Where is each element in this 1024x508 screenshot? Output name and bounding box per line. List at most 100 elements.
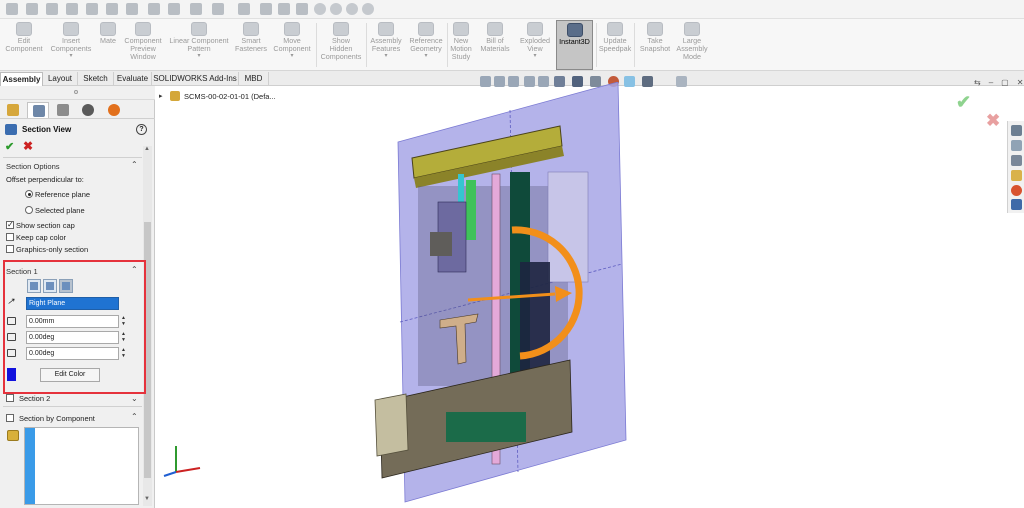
assembly-features-button[interactable]: Assembly Features ▾ (368, 20, 404, 70)
help-icon[interactable]: ? (136, 124, 147, 135)
show-hidden-components-button[interactable]: Show Hidden Components (318, 20, 364, 70)
section-plane-field[interactable]: Right Plane (26, 297, 119, 310)
tab-sketch[interactable]: Sketch (78, 72, 114, 86)
expand-arrow-icon[interactable]: ▸ (159, 92, 163, 100)
add-circle-icon[interactable] (346, 3, 358, 15)
sum-icon[interactable] (148, 3, 160, 15)
x-rotation-stepper[interactable]: ▲ ▼ (121, 331, 127, 344)
graphics-only-label[interactable]: Graphics-only section (16, 245, 88, 254)
smart-fasteners-button[interactable]: Smart Fasteners (234, 20, 268, 70)
graphics-only-checkbox[interactable] (6, 245, 14, 253)
cancel-x-icon[interactable]: ✖ (23, 139, 33, 153)
interference-icon[interactable] (168, 3, 180, 15)
offset-stepper[interactable]: ▲ ▼ (121, 315, 127, 328)
close-icon[interactable]: ✕ (1017, 78, 1024, 87)
x-rotation-input[interactable]: 0.00deg (26, 331, 119, 344)
reference-geometry-button[interactable]: Reference Geometry ▾ (406, 20, 446, 70)
home-icon[interactable] (1011, 125, 1022, 136)
y-rotation-stepper[interactable]: ▲ ▼ (121, 347, 127, 360)
flyout-tree-root[interactable]: SCMS-00-02-01-01 (Defa... (184, 92, 276, 101)
instant3d-button[interactable]: Instant3D (556, 20, 593, 70)
tab-layout[interactable]: Layout (43, 72, 78, 86)
edit-color-button[interactable]: Edit Color (40, 368, 100, 382)
maximize-icon[interactable]: ▢ (1001, 78, 1009, 87)
dropdown-icon[interactable] (260, 3, 272, 15)
section2-title[interactable]: Section 2 (19, 394, 50, 403)
component-preview-window-button[interactable]: Component Preview Window (122, 20, 164, 70)
feature-manager-tab[interactable] (2, 102, 24, 118)
large-assembly-mode-button[interactable]: Large Assembly Mode (676, 20, 708, 70)
scroll-up-icon[interactable]: ▲ (144, 146, 150, 152)
tab-mbd[interactable]: MBD (239, 72, 269, 86)
options-circle-icon[interactable] (362, 3, 374, 15)
select-icon[interactable] (46, 3, 58, 15)
bill-of-materials-button[interactable]: Bill of Materials (476, 20, 514, 70)
move-component-button[interactable]: Move Component ▾ (270, 20, 314, 70)
appearances-icon[interactable] (1011, 185, 1022, 196)
confirm-corner-ok-icon[interactable]: ✔ (956, 92, 971, 113)
y-rotation-input[interactable]: 0.00deg (26, 347, 119, 360)
tab-solidworks-add-ins[interactable]: SOLIDWORKS Add-Ins (152, 72, 239, 86)
new-motion-study-button[interactable]: New Motion Study (448, 20, 474, 70)
section2-checkbox[interactable] (6, 394, 14, 402)
section-by-component-title[interactable]: Section by Component (19, 414, 95, 423)
grid-icon[interactable] (190, 3, 202, 15)
section-plane-button-1[interactable] (27, 279, 41, 293)
check-circle-icon[interactable] (314, 3, 326, 15)
measure-icon[interactable] (106, 3, 118, 15)
keep-cap-color-label[interactable]: Keep cap color (16, 233, 66, 242)
dimxpert-tab[interactable] (77, 102, 99, 118)
component-selection-list[interactable] (24, 427, 139, 505)
take-snapshot-button[interactable]: Take Snapshot (636, 20, 674, 70)
folder-icon[interactable] (1011, 155, 1022, 166)
offset-distance-input[interactable]: 0.00mm (26, 315, 119, 328)
minimize-icon[interactable]: – (989, 78, 993, 87)
section-plane-button-2[interactable] (43, 279, 57, 293)
hole-icon[interactable] (212, 3, 224, 15)
mate-button[interactable]: Mate (96, 20, 120, 70)
zoom-icon[interactable] (26, 3, 38, 15)
exploded-view-button[interactable]: Exploded View ▾ (516, 20, 554, 70)
insert-components-button[interactable]: Insert Components ▾ (48, 20, 94, 70)
filter-icon[interactable] (278, 3, 290, 15)
mass-icon[interactable] (126, 3, 138, 15)
tab-evaluate[interactable]: Evaluate (114, 72, 152, 86)
linear-component-pattern-button[interactable]: Linear Component Pattern ▾ (166, 20, 232, 70)
section-options-title[interactable]: Section Options (6, 162, 60, 171)
ok-check-icon[interactable]: ✔ (5, 140, 14, 153)
edit-component-button[interactable]: Edit Component (2, 20, 46, 70)
mirror-icon[interactable] (296, 3, 308, 15)
section1-title[interactable]: Section 1 (6, 267, 38, 276)
display-manager-tab[interactable] (103, 102, 125, 118)
section-by-component-checkbox[interactable] (6, 414, 14, 422)
selected-plane-radio[interactable] (25, 206, 33, 214)
property-manager-tab[interactable] (27, 102, 49, 118)
component-icon[interactable] (86, 3, 98, 15)
resources-icon[interactable] (1011, 140, 1022, 151)
view-settings-icon[interactable] (642, 76, 653, 87)
show-section-cap-checkbox[interactable] (6, 220, 14, 229)
reference-plane-label[interactable]: Reference plane (35, 190, 90, 199)
rebuild-icon[interactable] (6, 3, 18, 15)
tab-assembly[interactable]: Assembly (0, 72, 43, 86)
assembly-icon[interactable] (66, 3, 78, 15)
mate-circle-icon[interactable] (330, 3, 342, 15)
chevron-down-icon[interactable]: ⌄ (131, 394, 138, 403)
reference-plane-radio[interactable] (25, 190, 33, 198)
scroll-down-icon[interactable]: ▼ (144, 496, 150, 502)
display-monitor-icon[interactable] (676, 76, 687, 87)
chevron-up-icon[interactable]: ⌃ (131, 412, 138, 421)
section-plane-button-3[interactable] (59, 279, 73, 293)
restore-icon[interactable]: ⇆ (974, 78, 981, 87)
grip-icon[interactable] (74, 90, 78, 94)
reverse-direction-icon[interactable]: ↗ (6, 297, 18, 309)
selected-plane-label[interactable]: Selected plane (35, 206, 85, 215)
confirm-corner-cancel-icon[interactable]: ✖ (986, 111, 1000, 131)
chevron-up-icon[interactable]: ⌃ (131, 265, 138, 274)
configuration-manager-tab[interactable] (52, 102, 74, 118)
keep-cap-color-checkbox[interactable] (6, 233, 14, 241)
update-speedpak-button[interactable]: Update Speedpak (598, 20, 632, 70)
custom-properties-icon[interactable] (1011, 199, 1022, 210)
file-explorer-icon[interactable] (1011, 170, 1022, 181)
section-view-model[interactable] (350, 82, 640, 506)
